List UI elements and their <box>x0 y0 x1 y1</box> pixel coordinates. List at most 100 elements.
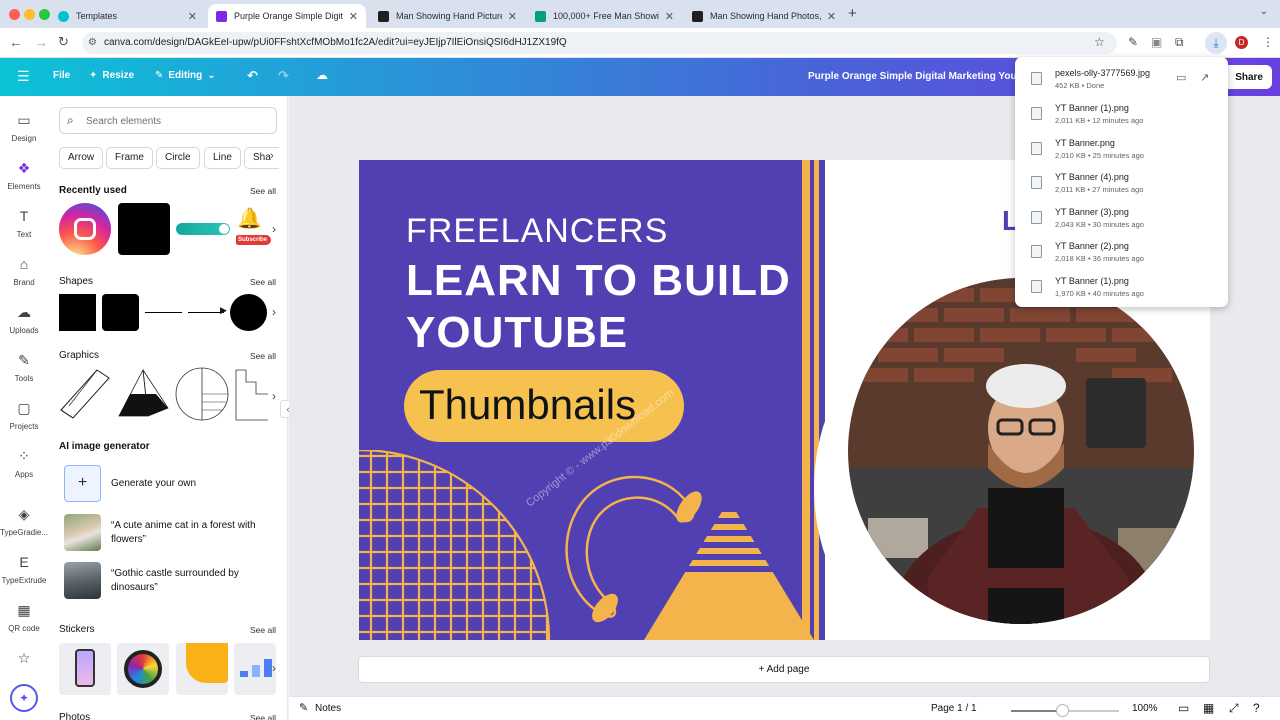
yellow-divider-line[interactable] <box>802 160 810 640</box>
see-all-graphics[interactable]: See all <box>250 351 276 361</box>
black-square-thumbnail[interactable] <box>118 203 170 255</box>
filter-chip-arrow[interactable]: Arrow <box>59 147 104 169</box>
download-item[interactable]: YT Banner.png 2,010 KB • 25 minutes ago <box>1015 135 1228 169</box>
circle-shape[interactable] <box>230 294 267 331</box>
close-window-button[interactable] <box>9 9 20 20</box>
profile-avatar[interactable]: D <box>1235 36 1248 49</box>
url-field[interactable]: ⚙ canva.com/design/DAGkEeI-upw/pUi0FFsht… <box>82 32 1117 54</box>
headline-learn-to-build[interactable]: LEARN TO BUILD <box>406 256 791 306</box>
stairs-graphic[interactable] <box>234 368 268 422</box>
chart-sticker[interactable] <box>234 643 276 695</box>
close-icon[interactable]: ✕ <box>508 10 517 23</box>
sphere-graphic[interactable] <box>174 366 230 422</box>
forward-icon[interactable]: → <box>34 34 48 50</box>
magic-assistant-button[interactable]: ✦ <box>10 684 38 712</box>
browser-tab[interactable]: 100,000+ Free Man Showing ✕ <box>527 4 682 28</box>
show-in-folder-icon[interactable]: ▭ <box>1176 71 1186 84</box>
minimize-window-button[interactable] <box>24 9 35 20</box>
resize-button[interactable]: ✦ Resize <box>89 70 134 81</box>
tab-search-icon[interactable]: ⌄ <box>1260 6 1268 17</box>
notes-button[interactable]: Notes <box>315 703 341 714</box>
line-shape[interactable] <box>145 312 182 313</box>
document-title[interactable]: Purple Orange Simple Digital Marketing Y… <box>808 71 1026 82</box>
filter-chip-circle[interactable]: Circle <box>156 147 200 169</box>
download-item[interactable]: YT Banner (2).png 2,018 KB • 36 minutes … <box>1015 238 1228 272</box>
extension-icon[interactable]: ▣ <box>1151 35 1162 49</box>
yellow-divider-line[interactable] <box>814 160 819 640</box>
puzzle-extensions-icon[interactable]: ⧉ <box>1175 35 1184 50</box>
chevron-right-icon[interactable]: › <box>272 222 276 236</box>
rail-item-brand[interactable]: ⌂ Brand <box>0 256 48 287</box>
browser-menu-icon[interactable]: ⋮ <box>1262 35 1274 49</box>
phone-sticker[interactable] <box>59 643 111 695</box>
browser-tab[interactable]: Templates ✕ <box>50 4 205 28</box>
rail-item-uploads[interactable]: ☁ Uploads <box>0 304 48 335</box>
pyramid-graphic[interactable] <box>116 366 170 422</box>
see-all-recently-used[interactable]: See all <box>250 186 276 196</box>
browser-tab[interactable]: Man Showing Hand Pictures | ✕ <box>370 4 525 28</box>
grid-quarter-circle[interactable] <box>359 450 551 640</box>
see-all-photos[interactable]: See all <box>250 713 276 720</box>
rail-item-typegradient[interactable]: ◈ TypeGradie... <box>0 506 48 537</box>
see-all-stickers[interactable]: See all <box>250 625 276 635</box>
chevron-right-icon[interactable]: › <box>272 389 276 403</box>
pill-text-thumbnails[interactable]: Thumbnails <box>419 381 636 429</box>
chevron-right-icon[interactable]: › <box>272 661 276 675</box>
close-icon[interactable]: ✕ <box>665 10 674 23</box>
reload-icon[interactable]: ↻ <box>58 34 69 50</box>
download-item[interactable]: pexels-olly-3777569.jpg 452 KB • Done ▭ … <box>1015 65 1228 99</box>
download-item[interactable]: YT Banner (1).png 1,970 KB • 40 minutes … <box>1015 273 1228 307</box>
see-all-shapes[interactable]: See all <box>250 277 276 287</box>
download-item[interactable]: YT Banner (3).png 2,043 KB • 30 minutes … <box>1015 204 1228 238</box>
zoom-level[interactable]: 100% <box>1132 703 1158 714</box>
rail-item-apps[interactable]: ⁘ Apps <box>0 448 48 479</box>
rail-item-starred[interactable]: ☆ <box>0 650 48 672</box>
man-portrait-photo[interactable] <box>848 278 1194 624</box>
new-tab-icon[interactable]: + <box>848 5 857 22</box>
file-menu-button[interactable]: File <box>53 70 70 81</box>
undo-icon[interactable]: ↶ <box>247 68 258 84</box>
rounded-square-shape[interactable] <box>102 294 139 331</box>
close-icon[interactable]: ✕ <box>349 10 358 23</box>
square-shape[interactable] <box>59 294 96 331</box>
grid-view-icon[interactable]: ▦ <box>1203 701 1214 715</box>
add-page-button[interactable]: + Add page <box>358 656 1210 683</box>
instagram-logo-thumbnail[interactable] <box>59 203 111 255</box>
prism-graphic[interactable] <box>59 366 113 422</box>
chevron-right-icon[interactable]: › <box>270 150 274 162</box>
rail-item-design[interactable]: ▭ Design <box>0 112 48 143</box>
headline-youtube[interactable]: YOUTUBE <box>406 308 628 358</box>
main-menu-icon[interactable]: ☰ <box>17 68 30 85</box>
color-wheel-sticker[interactable] <box>117 643 169 695</box>
bell-subscribe-thumbnail[interactable]: 🔔 Subscribe <box>236 206 276 254</box>
chevron-right-icon[interactable]: › <box>272 305 276 319</box>
toggle-thumbnail[interactable] <box>176 223 230 235</box>
download-item[interactable]: YT Banner (4).png 2,011 KB • 27 minutes … <box>1015 169 1228 203</box>
fullscreen-icon[interactable]: ⤢ <box>1229 701 1239 716</box>
downloads-icon[interactable]: ⤓ <box>1205 32 1227 54</box>
browser-tab-active[interactable]: Purple Orange Simple Digital ✕ <box>208 4 366 28</box>
close-icon[interactable]: ✕ <box>827 10 836 23</box>
headline-freelancers[interactable]: FREELANCERS <box>406 212 668 251</box>
rail-item-projects[interactable]: ▢ Projects <box>0 400 48 431</box>
redo-icon[interactable]: ↷ <box>278 68 289 84</box>
maximize-window-button[interactable] <box>39 9 50 20</box>
bookmark-star-icon[interactable]: ☆ <box>1094 35 1105 49</box>
browser-tab[interactable]: Man Showing Hand Photos, D ✕ <box>684 4 844 28</box>
help-icon[interactable]: ? <box>1253 701 1260 715</box>
arrow-line-shape[interactable] <box>188 312 224 313</box>
filter-chip-line[interactable]: Line <box>204 147 241 169</box>
eyedropper-extension-icon[interactable]: ✎ <box>1128 35 1138 49</box>
generate-your-own-button[interactable]: + Generate your own <box>64 465 276 502</box>
search-input[interactable]: ⌕ Search elements <box>59 107 277 134</box>
rail-item-tools[interactable]: ✎ Tools <box>0 352 48 383</box>
rail-item-elements[interactable]: ❖ Elements <box>0 160 48 191</box>
notes-icon[interactable]: ✎ <box>299 701 308 714</box>
rail-item-qr-code[interactable]: ▦ QR code <box>0 602 48 633</box>
ai-prompt-cat[interactable]: “A cute anime cat in a forest with flowe… <box>64 514 276 551</box>
yellow-shape-sticker[interactable] <box>176 643 228 695</box>
rail-item-typeextrude[interactable]: E TypeExtrude <box>0 554 48 585</box>
rail-item-text[interactable]: T Text <box>0 208 48 239</box>
site-info-icon[interactable]: ⚙ <box>88 37 97 48</box>
back-icon[interactable]: ← <box>9 34 23 50</box>
